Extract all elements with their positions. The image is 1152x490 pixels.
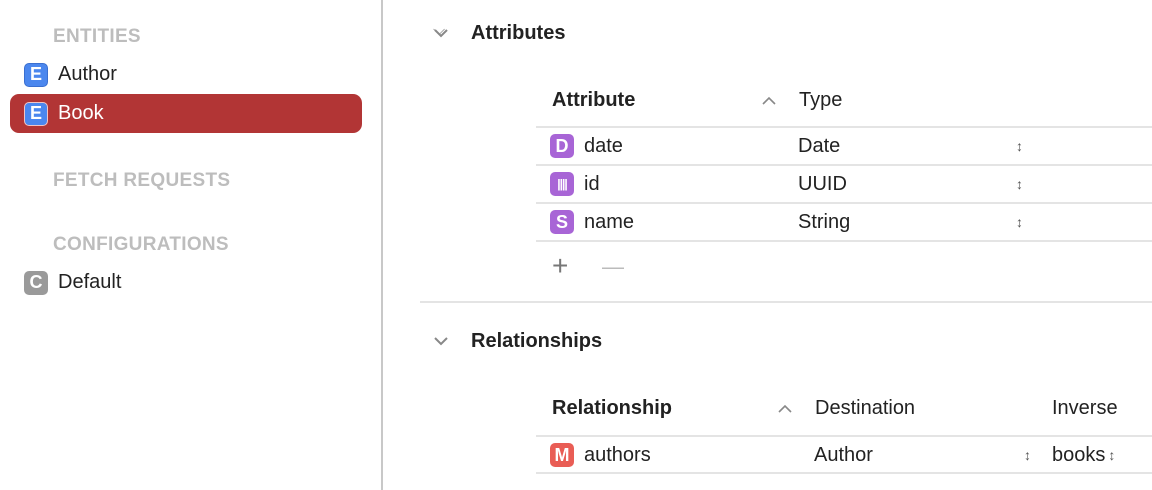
date-type-icon: D (550, 134, 574, 158)
uuid-type-icon: |||| (550, 172, 574, 196)
attribute-type[interactable]: Date (798, 135, 1016, 158)
section-divider (420, 301, 1152, 303)
sort-ascending-icon[interactable] (777, 404, 793, 414)
attribute-column-header[interactable]: Attribute (552, 89, 635, 112)
attribute-type[interactable]: UUID (798, 173, 1016, 196)
relationship-destination[interactable]: Author (814, 444, 1024, 467)
attribute-name[interactable]: name (584, 211, 798, 234)
to-many-relationship-icon: M (550, 443, 574, 467)
fetch-requests-header: FETCH REQUESTS (53, 170, 231, 191)
entity-icon: E (24, 101, 48, 126)
inverse-stepper-icon[interactable]: ↕ (1108, 447, 1115, 463)
sidebar: ENTITIES E Author E Book FETCH REQUESTS … (0, 0, 383, 490)
entity-author[interactable]: E Author (10, 55, 362, 94)
attributes-title: Attributes (471, 22, 566, 44)
destination-column-header[interactable]: Destination (815, 397, 915, 420)
configuration-default[interactable]: C Default (10, 263, 362, 302)
sort-ascending-icon[interactable] (761, 96, 777, 106)
entities-header: ENTITIES (53, 26, 141, 47)
add-attribute-button[interactable]: + (552, 250, 568, 282)
string-type-icon: S (550, 210, 574, 234)
type-popup-stepper-icon[interactable]: ↕ (1016, 138, 1023, 154)
relationship-column-header[interactable]: Relationship (552, 397, 672, 420)
relationship-row[interactable]: M authors Author ↕ books ↕ (536, 435, 1152, 473)
table-bottom-border (536, 240, 1152, 242)
relationship-name[interactable]: authors (584, 444, 814, 467)
entity-book[interactable]: E Book (10, 94, 362, 133)
attribute-row[interactable]: D date Date ↕ (536, 126, 1152, 164)
attribute-type[interactable]: String (798, 211, 1016, 234)
attribute-name[interactable]: id (584, 173, 798, 196)
relationship-inverse[interactable]: books (1052, 444, 1105, 467)
attribute-row[interactable]: |||| id UUID ↕ (536, 164, 1152, 202)
configurations-header: CONFIGURATIONS (53, 234, 229, 255)
chevron-down-icon[interactable] (433, 336, 449, 346)
configuration-label: Default (58, 271, 122, 293)
chevron-down-icon[interactable] (433, 28, 449, 38)
type-popup-stepper-icon[interactable]: ↕ (1016, 176, 1023, 192)
relationships-title: Relationships (471, 330, 603, 352)
inverse-column-header[interactable]: Inverse (1052, 397, 1118, 420)
type-column-header[interactable]: Type (799, 89, 842, 112)
entity-label: Author (58, 63, 117, 85)
entity-icon: E (24, 62, 48, 87)
remove-attribute-button[interactable]: — (602, 254, 624, 280)
entity-label: Book (58, 102, 104, 124)
table-bottom-border (536, 472, 1152, 474)
attribute-name[interactable]: date (584, 135, 798, 158)
type-popup-stepper-icon[interactable]: ↕ (1016, 214, 1023, 230)
destination-stepper-icon[interactable]: ↕ (1024, 447, 1052, 463)
attribute-row[interactable]: S name String ↕ (536, 202, 1152, 240)
configuration-icon: C (24, 270, 48, 295)
